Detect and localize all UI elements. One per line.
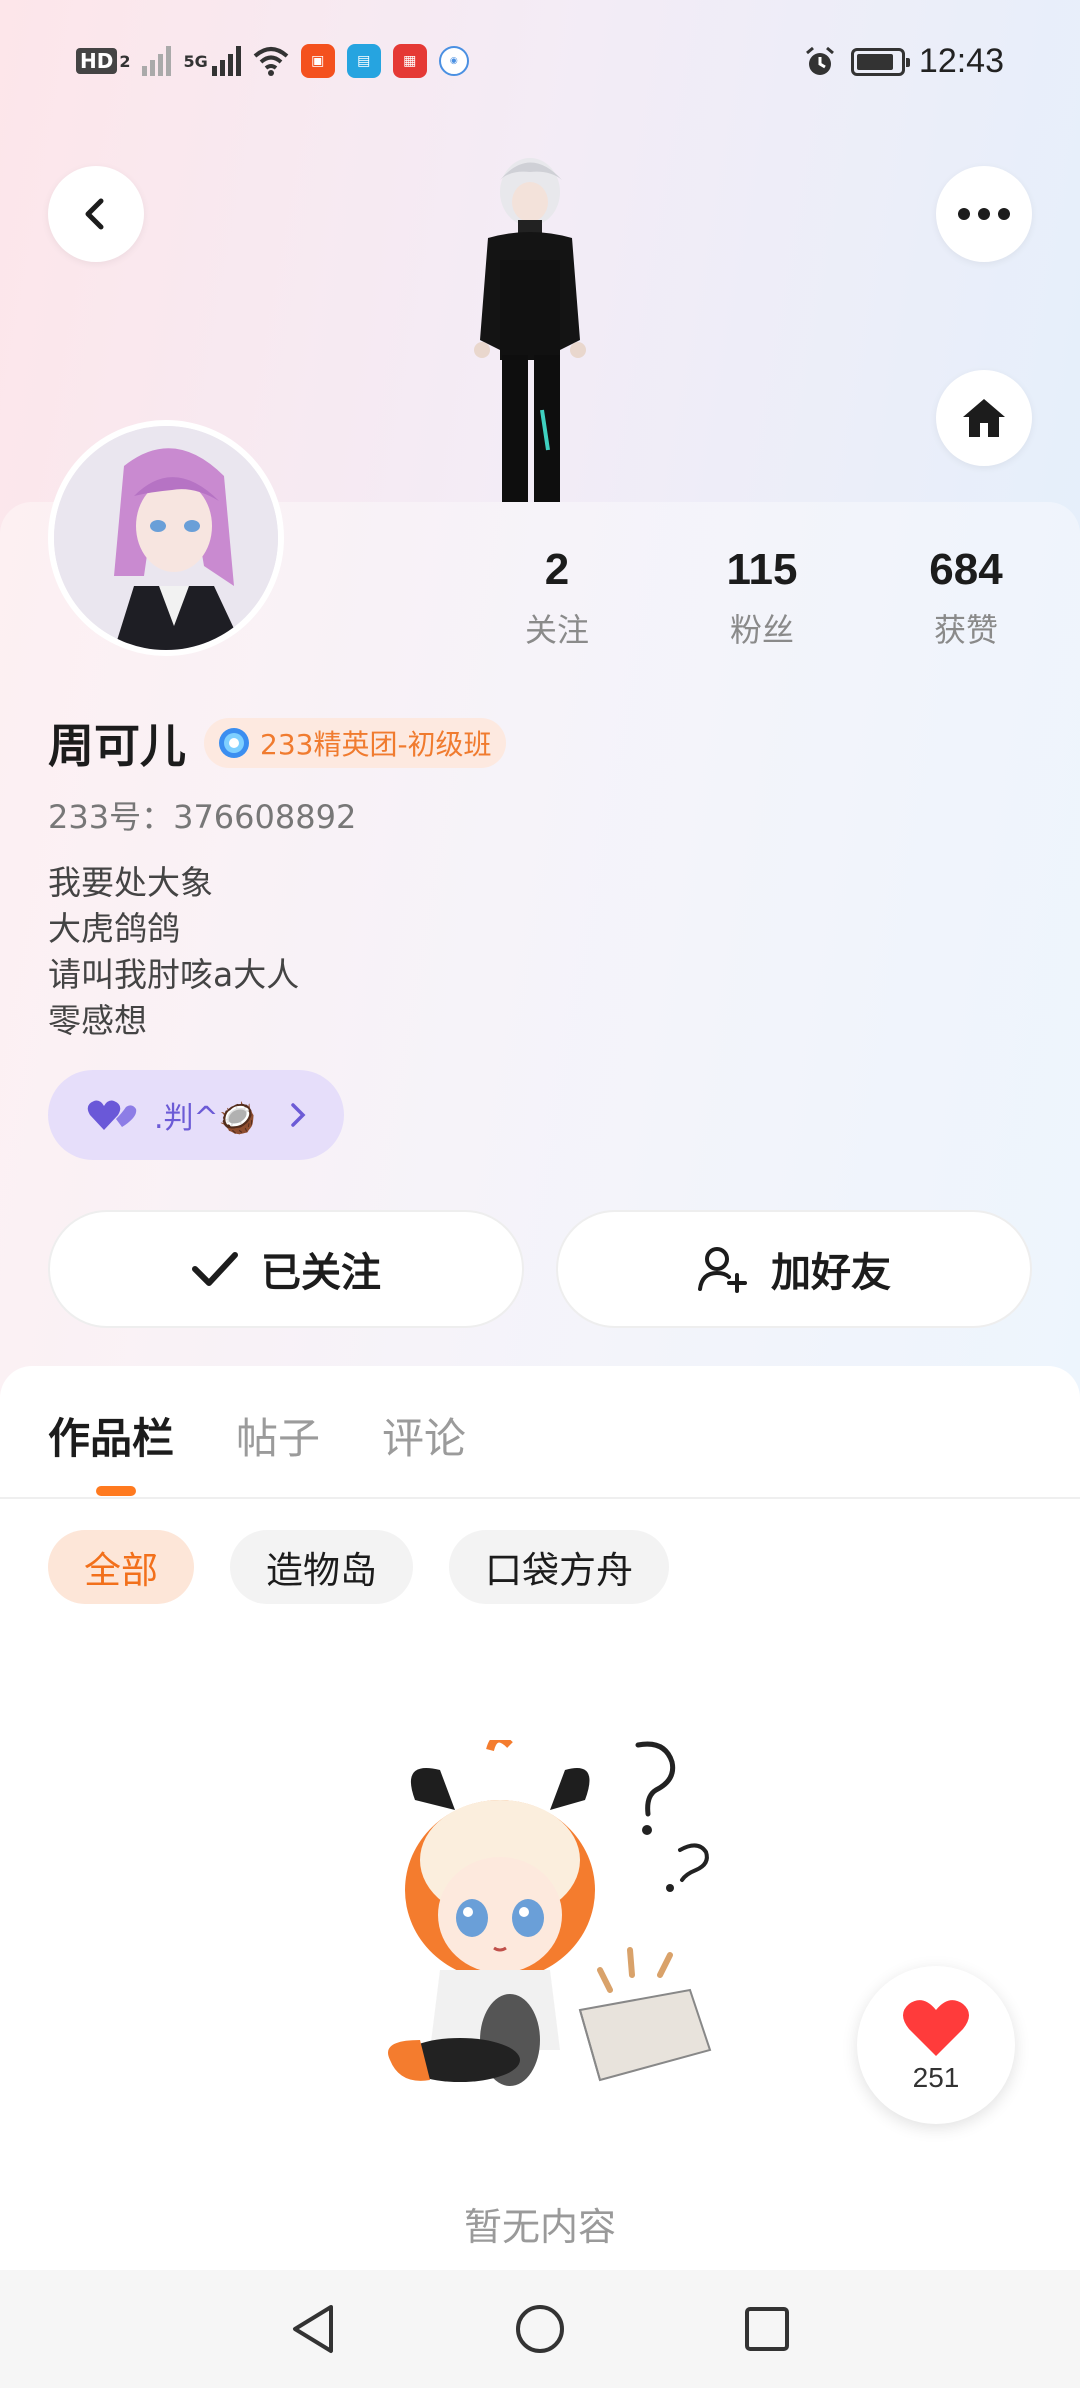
tab-comments[interactable]: 评论 [382,1405,466,1466]
avatar-illustration [54,426,278,650]
alarm-icon [805,46,834,75]
ifly-icon: ◉ [438,46,469,76]
rank-badge[interactable]: 233精英团-初级班 [204,718,506,768]
bio: 我要处大象 大虎鸽鸽 请叫我肘咳a大人 零感想 [48,860,299,1044]
stat-likes-label: 获赞 [933,611,998,649]
more-horizontal-icon [958,208,1010,220]
tabs-divider [0,1497,1080,1499]
stat-fans-value: 115 [726,545,798,594]
sim-indicator: 2 [119,51,131,71]
network-5g-indicator: 5G [183,51,208,71]
nav-home-button[interactable] [510,2299,570,2359]
add-user-icon [698,1247,747,1293]
triangle-back-icon [293,2305,334,2353]
signal-icon [211,46,241,76]
more-button[interactable] [936,166,1032,262]
status-bar-right: 12:43 [803,42,1004,81]
stat-fans[interactable]: 115 粉丝 [672,545,852,651]
stat-following-value: 2 [544,545,570,594]
battery-icon [850,47,910,76]
circle-home-icon [515,2305,564,2353]
badge-gear-icon [219,728,249,758]
fan-group-chip[interactable]: .判^🥥 [48,1070,344,1160]
huawei-icon: ▦ [392,44,427,78]
heart-pair-icon [87,1100,137,1130]
followed-button-label: 已关注 [261,1250,381,1296]
status-bar-left: HD 2 5G ▣ ▤ ▦ ◉ [76,44,469,78]
filter-all[interactable]: 全部 [48,1530,194,1604]
nav-back-button[interactable] [283,2299,343,2359]
avatar[interactable] [48,420,284,656]
followed-button[interactable]: 已关注 [48,1210,524,1328]
stat-likes[interactable]: 684 获赞 [876,545,1056,651]
square-recents-icon [744,2307,789,2351]
hd-indicator: HD [76,48,118,74]
bio-line: 大虎鸽鸽 [48,909,180,948]
rank-badge-label: 233精英团-初级班 [260,728,492,761]
tab-indicator [96,1486,136,1496]
profile-name: 周可儿 [48,719,186,773]
user-id[interactable]: 233号：376608892 [48,792,356,838]
app-icon-1: ▣ [300,44,335,78]
fan-group-label: .判^🥥 [154,1101,257,1136]
tab-posts[interactable]: 帖子 [236,1405,320,1466]
nav-recents-button[interactable] [737,2299,797,2359]
tab-works[interactable]: 作品栏 [48,1405,174,1466]
empty-state-illustration [388,1740,712,2086]
stat-likes-value: 684 [929,545,1003,594]
add-friend-button[interactable]: 加好友 [556,1210,1032,1328]
filter-creation-island[interactable]: 造物岛 [230,1530,413,1604]
check-icon [192,1252,238,1286]
name-row: 周可儿 233精英团-初级班 [48,710,506,776]
chevron-right-icon [291,1103,306,1127]
back-button[interactable] [48,166,144,262]
clock: 12:43 [918,42,1004,80]
add-friend-button-label: 加好友 [771,1250,891,1296]
stat-following[interactable]: 2 关注 [467,545,647,651]
chevron-left-icon [85,198,104,230]
empty-state-text: 暂无内容 [463,2205,616,2249]
like-button[interactable]: 251 [857,1966,1015,2124]
stat-following-label: 关注 [524,611,589,649]
home-button[interactable] [936,370,1032,466]
signal-off-icon [142,46,172,76]
bio-line: 零感想 [48,1001,147,1040]
content-tabs: 作品栏 帖子 评论 [48,1405,466,1466]
bio-line: 我要处大象 [48,863,213,902]
home-icon [963,399,1005,437]
filter-pocket-ark[interactable]: 口袋方舟 [449,1530,669,1604]
status-bar: HD 2 5G ▣ ▤ ▦ ◉ 12:43 [0,0,1080,128]
like-count: 251 [912,2062,960,2093]
stat-fans-label: 粉丝 [729,611,794,649]
app-icon-2: ▤ [346,44,381,78]
heart-icon [903,2000,969,2056]
wifi-icon [253,47,289,76]
bio-line: 请叫我肘咳a大人 [48,955,300,994]
system-navigation-bar [0,2270,1080,2388]
avatar-3d-character [474,158,586,502]
filter-chips: 全部 造物岛 口袋方舟 [48,1530,669,1604]
